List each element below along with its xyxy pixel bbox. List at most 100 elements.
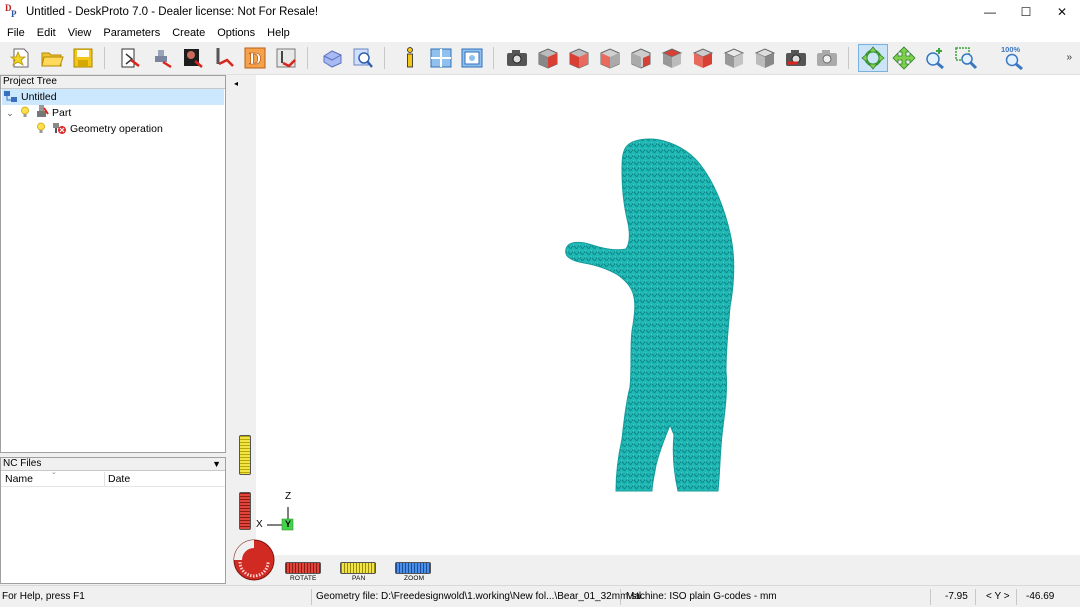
rotate-dial-icon[interactable] xyxy=(232,538,276,582)
new-project-button[interactable] xyxy=(8,45,34,71)
search-button[interactable] xyxy=(350,45,376,71)
tree-item-part[interactable]: ⌄ Part xyxy=(4,104,71,122)
toolbar-overflow-button[interactable]: » xyxy=(1066,52,1072,63)
pan-thumbwheel[interactable] xyxy=(340,562,376,574)
render-shaded-button[interactable] xyxy=(783,45,809,71)
collapse-panel-icon[interactable]: ◂ xyxy=(234,79,238,88)
screenshot-button[interactable] xyxy=(504,45,530,71)
import-geometry-icon xyxy=(121,48,140,68)
window-controls: — ☐ ✕ xyxy=(972,0,1080,24)
open-project-button[interactable] xyxy=(39,45,65,71)
zoom-100-icon: 100% xyxy=(1001,45,1023,71)
status-coordinate-right: -46.69 xyxy=(1026,591,1055,602)
view-top-button[interactable] xyxy=(659,45,685,71)
nc-files-header[interactable]: NC Files ▼ xyxy=(1,458,225,471)
close-button[interactable]: ✕ xyxy=(1044,0,1080,24)
cube-back-icon xyxy=(569,48,589,69)
menu-edit[interactable]: Edit xyxy=(31,27,62,39)
toolbar-separator xyxy=(104,47,105,69)
menu-options[interactable]: Options xyxy=(211,27,261,39)
zoom-thumbwheel[interactable] xyxy=(395,562,431,574)
view-iso-2-button[interactable] xyxy=(752,45,778,71)
info-button[interactable] xyxy=(397,45,423,71)
nc-files-title: NC Files xyxy=(3,458,42,469)
column-divider[interactable] xyxy=(104,472,105,486)
cube-iso-2-icon xyxy=(754,48,776,68)
deskproto-wizard-button[interactable]: D xyxy=(242,45,268,71)
pan-mode-button[interactable] xyxy=(890,45,918,71)
nc-files-column-header: ⌄ Name Date xyxy=(1,469,225,487)
save-project-button[interactable] xyxy=(70,45,96,71)
visibility-bulb-icon[interactable] xyxy=(20,106,32,121)
toolbar-separator xyxy=(493,47,494,69)
yellow-thumbwheel-vertical[interactable] xyxy=(239,435,251,475)
column-name[interactable]: Name xyxy=(5,473,33,485)
toolbar-separator xyxy=(307,47,308,69)
multi-view-button[interactable] xyxy=(428,45,454,71)
single-view-button[interactable] xyxy=(459,45,485,71)
calculate-toolpath-button[interactable] xyxy=(211,45,237,71)
zoom-mode-button[interactable] xyxy=(921,45,949,71)
tree-item-geometry-operation[interactable]: Geometry operation xyxy=(36,121,163,137)
zoom-window-button[interactable] xyxy=(952,45,980,71)
write-nc-button[interactable] xyxy=(273,45,299,71)
menu-file[interactable]: File xyxy=(1,27,31,39)
status-separator xyxy=(930,589,931,605)
render-wireframe-button[interactable] xyxy=(814,45,840,71)
cube-top-icon xyxy=(661,48,683,68)
info-icon xyxy=(407,47,413,68)
view-bottom-button[interactable] xyxy=(690,45,716,71)
tree-item-label: Geometry operation xyxy=(70,123,163,135)
simulation-button[interactable] xyxy=(319,45,345,71)
zoom-in-icon xyxy=(926,48,944,70)
rotate-mode-button[interactable] xyxy=(858,44,888,72)
toolpath-icon xyxy=(216,48,234,67)
import-bitmap-icon xyxy=(184,49,203,68)
rotate-wheel-label: ROTATE xyxy=(290,575,317,582)
add-part-button[interactable] xyxy=(149,45,175,71)
pan-wheel-label: PAN xyxy=(352,575,366,582)
project-tree-header: Project Tree xyxy=(1,76,225,89)
part-icon xyxy=(35,104,49,122)
red-thumbwheel-vertical[interactable] xyxy=(239,492,251,530)
viewport-left-edge: ◂ xyxy=(230,75,256,555)
menu-bar: File Edit View Parameters Create Options… xyxy=(0,24,1080,42)
view-front-button[interactable] xyxy=(535,45,561,71)
maximize-button[interactable]: ☐ xyxy=(1008,0,1044,24)
title-bar: DP Untitled - DeskProto 7.0 - Dealer lic… xyxy=(0,0,1080,24)
menu-create[interactable]: Create xyxy=(166,27,211,39)
wizard-d-icon: D xyxy=(244,47,266,69)
toolbar-separator xyxy=(848,47,849,69)
zoom-all-button[interactable]: 100% xyxy=(998,45,1028,71)
single-view-icon xyxy=(461,48,483,68)
tree-item-untitled[interactable]: Untitled xyxy=(2,89,224,105)
rotate-thumbwheel[interactable] xyxy=(285,562,321,574)
sort-indicator-icon: ⌄ xyxy=(51,469,57,476)
geometry-operation-icon xyxy=(51,121,67,138)
dropdown-arrow-icon[interactable]: ▼ xyxy=(212,458,221,470)
view-iso-button[interactable] xyxy=(721,45,747,71)
zoom-window-icon xyxy=(955,47,978,70)
add-part-icon xyxy=(155,50,172,69)
viewport-bottom-bar: ROTATE PAN ZOOM xyxy=(230,539,1080,585)
camera-grey-icon xyxy=(817,50,837,66)
zoom-wheel-label: ZOOM xyxy=(404,575,425,582)
view-left-button[interactable] xyxy=(597,45,623,71)
tree-item-label: Untitled xyxy=(21,91,57,103)
import-geometry-button[interactable] xyxy=(117,45,143,71)
3d-viewport[interactable]: ◂ Z X Y ROTATE PAN ZOOM xyxy=(230,75,1080,585)
svg-text:D: D xyxy=(249,49,261,68)
view-right-button[interactable] xyxy=(628,45,654,71)
deskproto-app-icon[interactable]: DP xyxy=(5,3,21,20)
save-icon xyxy=(73,48,93,68)
menu-help[interactable]: Help xyxy=(261,27,296,39)
minimize-button[interactable]: — xyxy=(972,0,1008,24)
view-back-button[interactable] xyxy=(566,45,592,71)
visibility-bulb-icon[interactable] xyxy=(36,122,48,137)
column-date[interactable]: Date xyxy=(108,473,130,485)
collapse-chevron-icon[interactable]: ⌄ xyxy=(4,108,16,119)
menu-view[interactable]: View xyxy=(62,27,98,39)
menu-parameters[interactable]: Parameters xyxy=(97,27,166,39)
import-bitmap-button[interactable] xyxy=(180,45,206,71)
axis-triad: Z X Y xyxy=(255,488,305,533)
